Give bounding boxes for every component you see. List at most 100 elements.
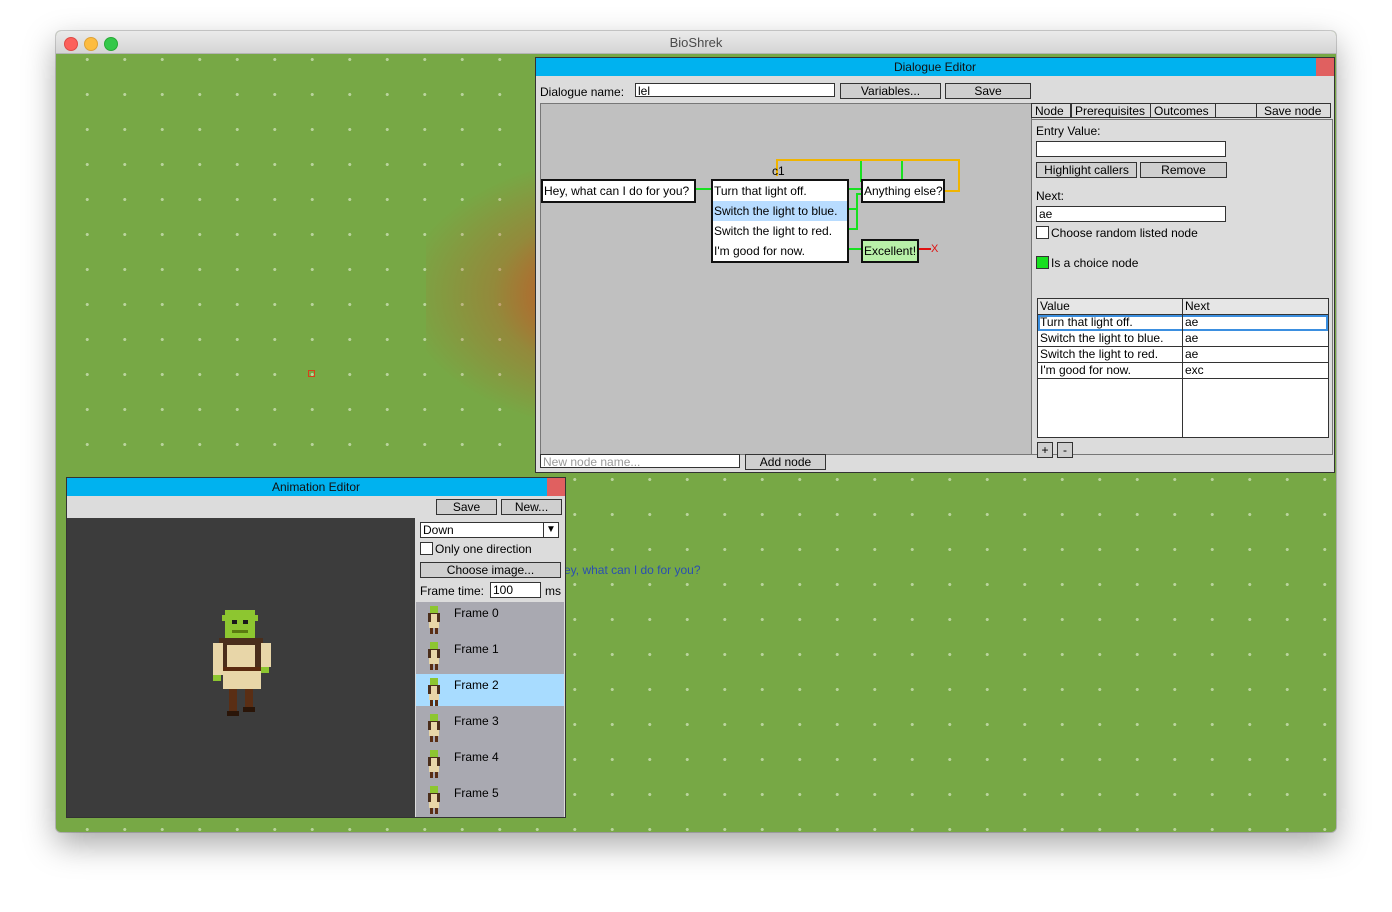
choice-line[interactable]: Turn that light off. [713,181,847,201]
one-direction-checkbox[interactable] [420,542,433,555]
table-row[interactable]: Turn that light off. ae [1038,315,1328,331]
root-dialogue-node[interactable]: Hey, what can I do for you? [541,179,696,203]
value-column-header: Value [1040,299,1070,313]
frame-item[interactable]: Frame 5 [416,782,564,814]
remove-row-button[interactable]: - [1057,442,1073,458]
choice-node-label: c1 [772,164,785,178]
app-window: BioShrek ey, what can I do for you? Dial… [56,31,1336,832]
table-row[interactable]: Switch the light to blue. ae [1038,331,1328,347]
choice-line[interactable]: I'm good for now. [713,241,847,261]
frame-item[interactable]: Frame 3 [416,710,564,742]
dialogue-name-input[interactable]: lel [635,83,835,98]
node-properties-panel: Entry Value: Highlight callers Remove Ne… [1031,119,1333,458]
node-tabs: Node Prerequisites Outcomes Save node [1031,103,1331,119]
frame-label: Frame 0 [454,606,499,620]
frame-thumbnail-icon [428,642,440,670]
animation-settings: Down ▼ Only one direction Choose image..… [416,518,564,817]
table-cell-value[interactable]: Turn that light off. [1040,315,1133,330]
tab-empty[interactable] [1215,103,1257,118]
dialogue-editor-title[interactable]: Dialogue Editor [536,58,1334,76]
next-input[interactable]: ae [1036,206,1226,222]
dialogue-name-label: Dialogue name: [540,85,625,99]
table-cell-next[interactable]: ae [1185,315,1198,330]
highlight-callers-button[interactable]: Highlight callers [1036,162,1137,178]
position-marker [308,370,315,377]
direction-select[interactable]: Down [420,522,559,538]
save-node-button[interactable]: Save node [1256,103,1331,118]
frame-time-input[interactable]: 100 [490,582,541,598]
root-node-text: Hey, what can I do for you? [544,184,690,198]
table-header: Value Next [1038,299,1328,315]
table-cell-value[interactable]: Switch the light to blue. [1040,331,1163,346]
frame-label: Frame 1 [454,642,499,656]
frame-list[interactable]: Frame 0 Frame 1 Frame 2 Frame 3 Frame 4 … [416,602,564,817]
shrek-sprite [213,610,271,716]
choice-node-checkbox-label: Is a choice node [1051,256,1139,270]
tab-prerequisites[interactable]: Prerequisites [1071,103,1151,118]
frame-label: Frame 3 [454,714,499,728]
table-cell-value[interactable]: I'm good for now. [1040,363,1131,378]
dialogue-editor-panel: Dialogue Editor Dialogue name: lel Varia… [535,57,1335,473]
game-viewport[interactable]: ey, what can I do for you? Dialogue Edit… [56,54,1336,832]
table-row[interactable]: I'm good for now. exc [1038,363,1328,379]
table-cell-value[interactable]: Switch the light to red. [1040,347,1158,362]
graph-connections [696,159,960,250]
animation-editor-panel: Animation Editor Save New... Down ▼ Only… [66,477,566,818]
table-column-divider [1182,299,1183,437]
animation-editor-close-button[interactable] [547,478,565,496]
entry-value-label: Entry Value: [1036,124,1101,138]
animation-save-button[interactable]: Save [436,499,497,515]
table-cell-next[interactable]: ae [1185,347,1198,362]
title-bar[interactable]: BioShrek [56,31,1336,54]
anything-node-text: Anything else? [864,184,943,198]
frame-thumbnail-icon [428,714,440,742]
choice-node-checkbox[interactable] [1036,256,1049,269]
choices-table: Value Next Turn that light off. ae Switc… [1037,298,1329,438]
table-cell-next[interactable]: ae [1185,331,1198,346]
frame-thumbnail-icon [428,606,440,634]
random-node-label: Choose random listed node [1051,226,1198,240]
excellent-node-text: Excellent! [864,244,917,258]
entry-value-input[interactable] [1036,141,1226,157]
frame-label: Frame 5 [454,786,499,800]
animation-preview [67,518,415,817]
table-row[interactable]: Switch the light to red. ae [1038,347,1328,363]
frame-thumbnail-icon [428,786,440,814]
animation-editor-title[interactable]: Animation Editor [67,478,565,496]
frame-time-unit: ms [545,584,561,598]
dialogue-editor-close-button[interactable] [1316,58,1334,76]
window-title: BioShrek [669,35,723,50]
dialogue-graph-canvas[interactable]: c1 Hey, what can I do for you? Turn that… [540,103,1032,455]
excellent-node[interactable]: Excellent! [861,239,919,263]
frame-item[interactable]: Frame 0 [416,602,564,634]
frame-time-label: Frame time: [420,584,485,598]
end-mark-icon: X [931,243,939,255]
choose-image-button[interactable]: Choose image... [420,562,561,578]
remove-button[interactable]: Remove [1140,162,1227,178]
frame-item-selected[interactable]: Frame 2 [416,674,564,706]
random-node-checkbox[interactable] [1036,226,1049,239]
chevron-down-icon[interactable]: ▼ [543,523,558,537]
frame-thumbnail-icon [428,750,440,778]
frame-thumbnail-icon [428,678,440,706]
frame-item[interactable]: Frame 4 [416,746,564,778]
next-column-header: Next [1185,299,1210,313]
frame-item[interactable]: Frame 1 [416,638,564,670]
variables-button[interactable]: Variables... [840,83,941,99]
new-node-name-input[interactable]: New node name... [540,454,740,469]
frame-label: Frame 4 [454,750,499,764]
npc-speech-text: ey, what can I do for you? [564,563,701,577]
add-node-button[interactable]: Add node [745,454,826,470]
tab-outcomes[interactable]: Outcomes [1150,103,1216,118]
anything-else-node[interactable]: Anything else? [861,179,945,203]
one-direction-label: Only one direction [435,542,532,556]
table-cell-next[interactable]: exc [1185,363,1204,378]
tab-node[interactable]: Node [1031,103,1071,118]
frame-label: Frame 2 [454,678,499,692]
choice-node[interactable]: Turn that light off. Switch the light to… [711,179,849,263]
animation-new-button[interactable]: New... [501,499,562,515]
add-row-button[interactable]: + [1037,442,1053,458]
dialogue-save-button[interactable]: Save [945,83,1031,99]
choice-line[interactable]: Switch the light to red. [713,221,847,241]
choice-line[interactable]: Switch the light to blue. [713,201,847,221]
